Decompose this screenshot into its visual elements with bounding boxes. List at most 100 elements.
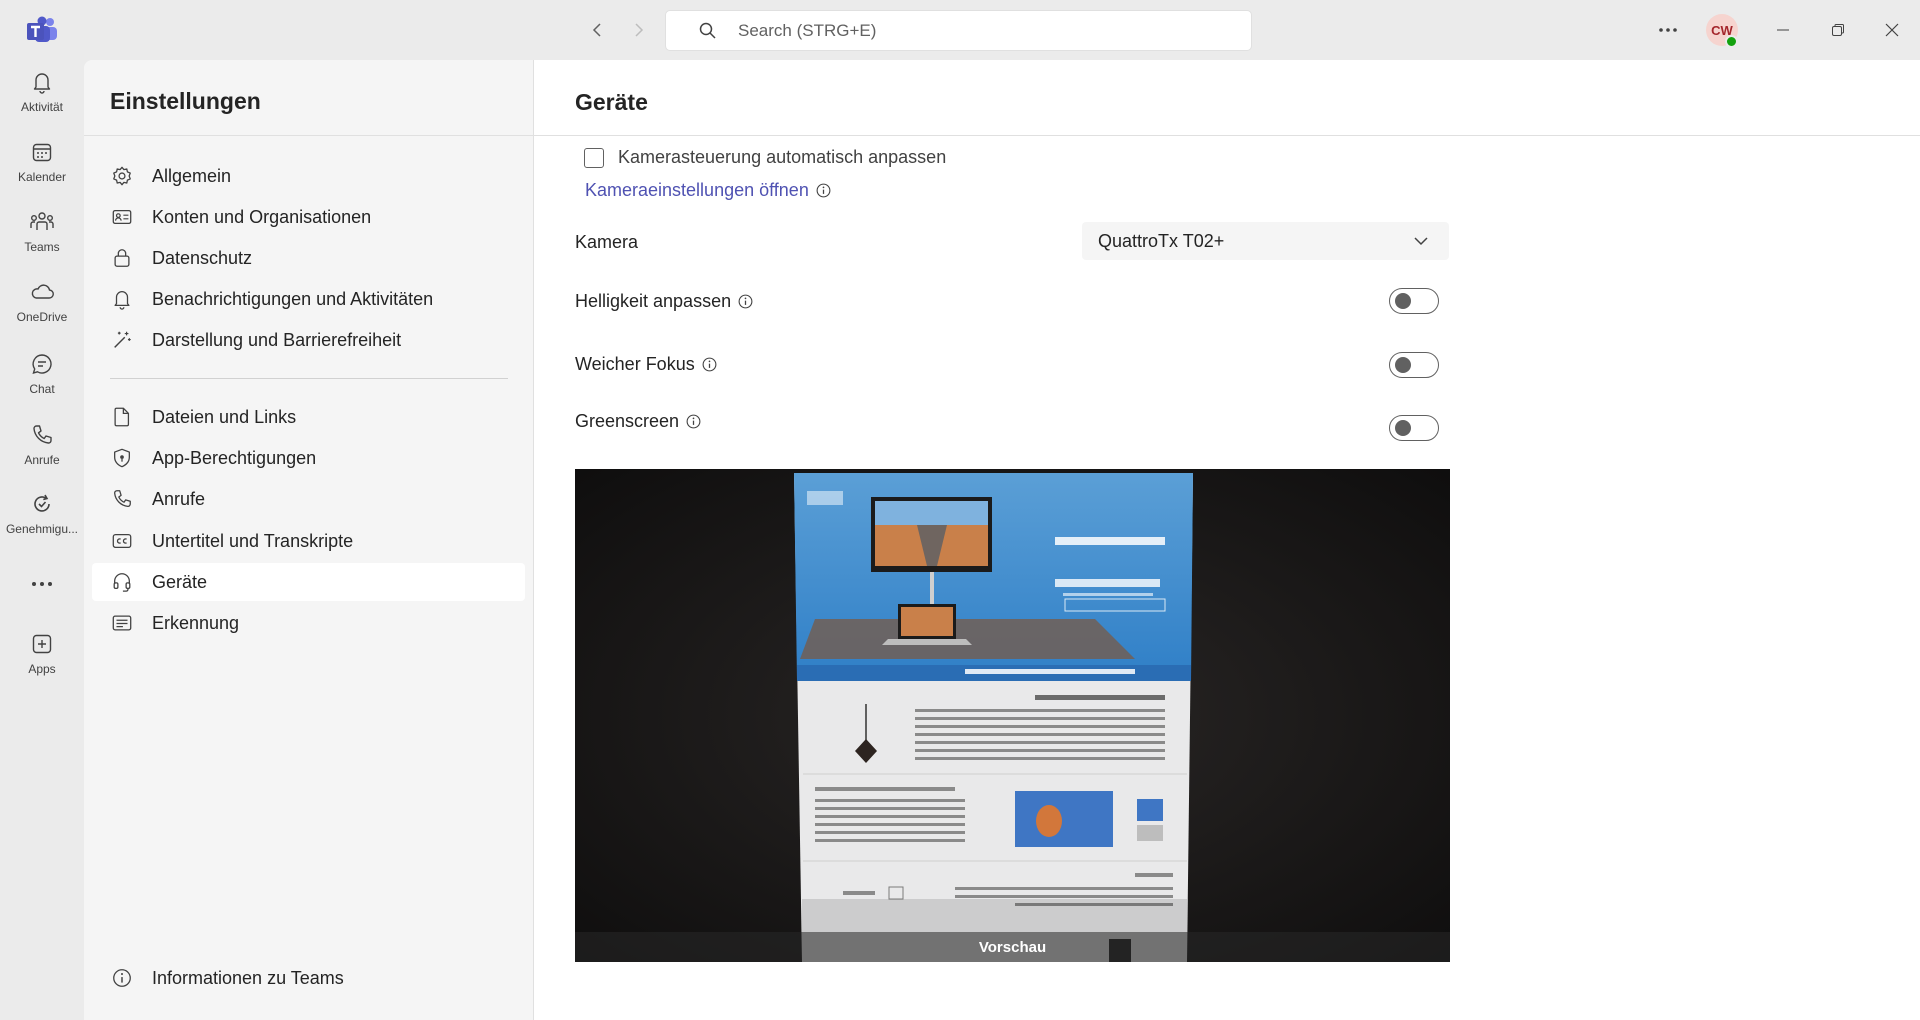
settings-item-label: Dateien und Links [152, 406, 297, 427]
info-icon[interactable] [737, 293, 754, 310]
greenscreen-row: Greenscreen [575, 411, 1455, 432]
brightness-row: Helligkeit anpassen [575, 291, 1455, 312]
rail-label: Kalender [17, 170, 67, 184]
settings-item-notifications[interactable]: Benachrichtigungen und Aktivitäten [92, 280, 525, 318]
chat-icon [28, 350, 56, 378]
camera-preview: Vorschau [575, 469, 1450, 962]
settings-item-label: Darstellung und Barrierefreiheit [152, 329, 402, 350]
settings-item-devices[interactable]: Geräte [92, 563, 525, 601]
rail-item-onedrive[interactable]: OneDrive [0, 278, 84, 342]
settings-item-label: Geräte [152, 571, 208, 592]
chevron-right-icon [635, 23, 644, 37]
camera-control-label: Kamerasteuerung automatisch anpassen [618, 147, 947, 167]
minimize-button[interactable] [1767, 14, 1799, 46]
rail-item-apps[interactable]: Apps [0, 630, 84, 694]
presence-available-icon [1725, 35, 1738, 48]
lock-icon [110, 246, 134, 270]
settings-item-captions[interactable]: Untertitel und Transkripte [92, 522, 525, 560]
minimize-icon [1777, 29, 1789, 31]
close-button[interactable] [1876, 14, 1908, 46]
more-apps-button[interactable] [0, 570, 84, 610]
settings-item-label: Benachrichtigungen und Aktivitäten [152, 288, 434, 309]
rail-item-activity[interactable]: Aktivität [0, 68, 84, 132]
rail-label: Genehmigu... [5, 522, 79, 536]
rail-item-approvals[interactable]: Genehmigu... [0, 490, 84, 554]
info-icon [110, 966, 134, 990]
closed-captions-icon [110, 529, 134, 553]
magic-wand-icon [110, 328, 134, 352]
settings-item-files[interactable]: Dateien und Links [92, 398, 525, 436]
settings-item-privacy[interactable]: Datenschutz [92, 239, 525, 277]
greenscreen-label: Greenscreen [575, 411, 680, 431]
settings-item-accounts[interactable]: Konten und Organisationen [92, 198, 525, 236]
camera-control-option[interactable]: Kamerasteuerung automatisch anpassen [584, 147, 946, 168]
soft-focus-toggle[interactable] [1389, 352, 1439, 378]
rail-item-calendar[interactable]: Kalender [0, 138, 84, 202]
soft-focus-row: Weicher Fokus [575, 354, 1455, 375]
settings-item-recognition[interactable]: Erkennung [92, 604, 525, 642]
settings-item-general[interactable]: Allgemein [92, 157, 525, 195]
settings-item-label: Untertitel und Transkripte [152, 530, 354, 551]
settings-item-app-permissions[interactable]: App-Berechtigungen [92, 439, 525, 477]
restore-button[interactable] [1822, 14, 1854, 46]
about-teams-link[interactable]: Informationen zu Teams [92, 959, 525, 997]
settings-item-label: Erkennung [152, 612, 240, 633]
camera-feed-image [575, 469, 1450, 962]
toggle-knob [1395, 293, 1411, 309]
title-bar: CW [0, 0, 1920, 60]
rail-label: Teams [24, 240, 60, 254]
restore-icon [1832, 24, 1844, 36]
rail-item-chat[interactable]: Chat [0, 350, 84, 414]
brightness-label: Helligkeit anpassen [575, 291, 732, 311]
more-icon [28, 570, 56, 598]
back-button[interactable] [582, 14, 614, 46]
rail-label: Apps [28, 662, 56, 676]
preview-label: Vorschau [978, 938, 1047, 956]
id-card-icon [110, 205, 134, 229]
divider [534, 135, 1920, 136]
shield-icon [110, 446, 134, 470]
close-icon [1885, 23, 1899, 37]
more-options-button[interactable] [1652, 14, 1684, 46]
devices-settings-page: Geräte Kamerasteuerung automatisch anpas… [534, 60, 1920, 1020]
rail-label: Aktivität [20, 100, 63, 114]
camera-dropdown[interactable]: QuattroTx T02+ [1082, 222, 1449, 260]
soft-focus-label: Weicher Fokus [575, 354, 695, 374]
camera-settings-link[interactable]: Kameraeinstellungen öffnen [585, 180, 809, 201]
phone-icon [28, 421, 56, 449]
toggle-knob [1395, 420, 1411, 436]
search-box[interactable] [665, 10, 1252, 51]
rail-item-calls[interactable]: Anrufe [0, 421, 84, 485]
gear-icon [110, 164, 134, 188]
forward-button[interactable] [622, 14, 654, 46]
info-icon[interactable] [701, 356, 718, 373]
bell-icon [110, 287, 134, 311]
search-icon [699, 22, 716, 39]
chevron-down-icon [1411, 231, 1431, 251]
rail-item-teams[interactable]: Teams [0, 208, 84, 272]
chevron-left-icon [592, 23, 601, 37]
approvals-icon [28, 490, 56, 518]
settings-title: Einstellungen [110, 88, 261, 114]
rail-label: Chat [29, 382, 55, 396]
info-icon[interactable] [685, 413, 702, 430]
file-icon [110, 405, 134, 429]
calendar-icon [28, 138, 56, 166]
settings-item-label: Anrufe [152, 488, 206, 509]
toggle-knob [1395, 357, 1411, 373]
headset-icon [110, 570, 134, 594]
camera-settings-link-row: Kameraeinstellungen öffnen [585, 180, 832, 201]
settings-item-appearance[interactable]: Darstellung und Barrierefreiheit [92, 321, 525, 359]
app-rail: Aktivität Kalender Teams OneDrive Chat A… [0, 60, 84, 1020]
recognition-icon [110, 611, 134, 635]
settings-item-label: Allgemein [152, 165, 232, 186]
about-teams-label: Informationen zu Teams [152, 967, 344, 988]
search-input[interactable] [738, 20, 1218, 41]
settings-item-calls[interactable]: Anrufe [92, 480, 525, 518]
divider [84, 135, 534, 136]
info-icon[interactable] [815, 182, 832, 199]
greenscreen-toggle[interactable] [1389, 415, 1439, 441]
brightness-toggle[interactable] [1389, 288, 1439, 314]
preview-caption-bar: Vorschau [575, 932, 1450, 962]
camera-control-checkbox[interactable] [584, 147, 604, 168]
